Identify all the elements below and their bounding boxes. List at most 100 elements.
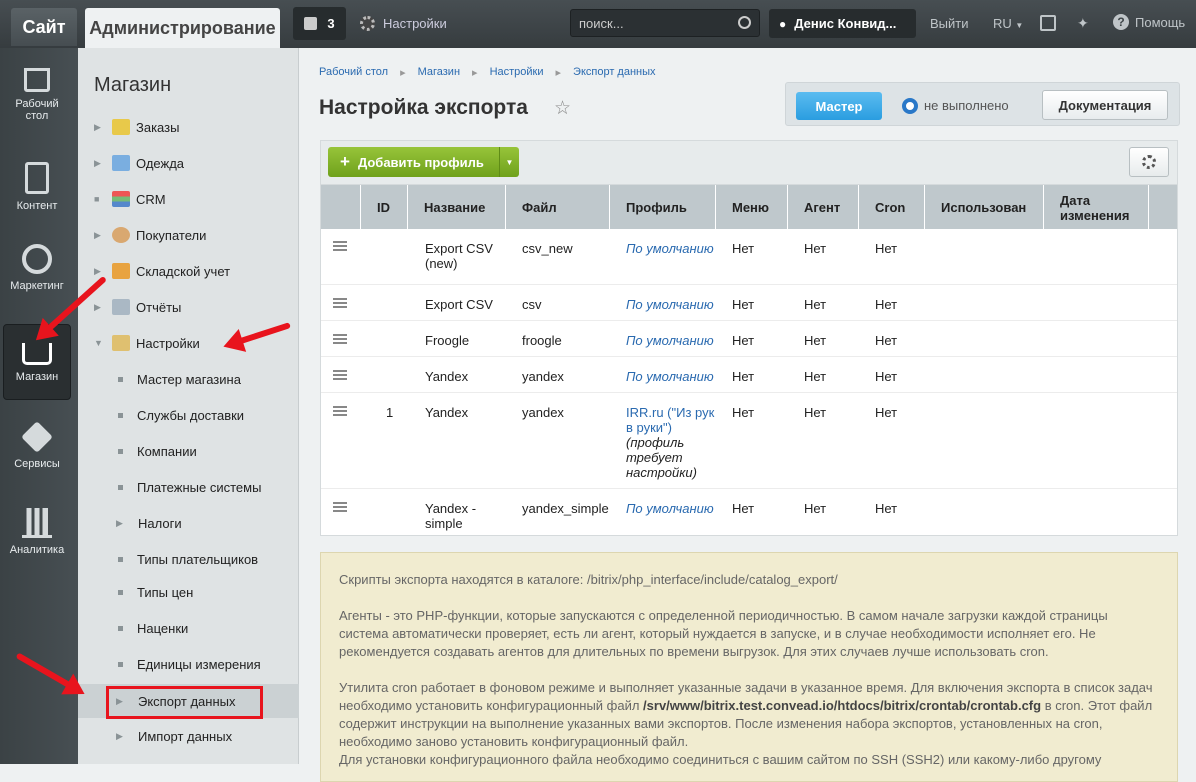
crm-icon (112, 191, 130, 207)
sidebar-sub-import[interactable]: ▶ Импорт данных (78, 718, 299, 754)
sidebar-sub-payer-types[interactable]: Типы плательщиков (78, 541, 299, 577)
wizard-button[interactable]: Мастер (796, 92, 882, 120)
home-icon (24, 68, 50, 92)
add-profile-button[interactable]: + Добавить профиль ▼ (328, 147, 519, 177)
breadcrumb: Рабочий стол ▸ Магазин ▸ Настройки ▸ Экспор… (319, 66, 656, 79)
orders-icon (112, 119, 130, 135)
header-drag (321, 185, 361, 229)
nav-services[interactable]: Сервисы (3, 421, 71, 470)
row-menu-icon[interactable] (333, 406, 347, 416)
profile-link[interactable]: IRR.ru ("Из рук в руки") (626, 405, 714, 435)
user-icon: ● (779, 16, 787, 31)
row-menu-icon[interactable] (333, 334, 347, 344)
plus-icon: + (340, 152, 350, 171)
grid-toolbar: + Добавить профиль ▼ (320, 140, 1178, 184)
settings-icon (112, 335, 130, 351)
notification-icon (304, 17, 318, 30)
nav-content[interactable]: Контент (3, 162, 71, 212)
site-tab[interactable]: Сайт (11, 8, 77, 46)
table-row[interactable]: Froogle froogle По умолчанию Нет Нет Нет (321, 321, 1177, 357)
row-menu-icon[interactable] (333, 241, 347, 251)
table-row[interactable]: Export CSV csv По умолчанию Нет Нет Нет (321, 285, 1177, 321)
sidebar-sub-wizard[interactable]: Мастер магазина (78, 361, 299, 397)
chart-icon (22, 508, 52, 538)
notifications-button[interactable]: 3 (293, 7, 346, 40)
header-modified[interactable]: Дата изменения (1044, 185, 1149, 229)
document-icon (25, 162, 49, 194)
user-menu[interactable]: ● Денис Конвид... (769, 9, 916, 38)
crumb-desktop[interactable]: Рабочий стол (319, 66, 388, 79)
profile-link[interactable]: По умолчанию (626, 297, 714, 312)
notification-count: 3 (327, 16, 335, 31)
sidebar-item-reports[interactable]: ▶ Отчёты (78, 289, 299, 325)
target-icon (22, 244, 52, 274)
info-paragraph: Агенты - это PHP-функции, которые запуск… (339, 608, 1108, 659)
user-name: Денис Конвид... (794, 16, 897, 31)
nav-marketing[interactable]: Маркетинг (3, 244, 71, 292)
header-profile[interactable]: Профиль (610, 185, 716, 229)
sidebar-sub-units[interactable]: Единицы измерения (78, 646, 299, 682)
sidebar-sub-delivery[interactable]: Службы доставки (78, 397, 299, 433)
crumb-shop[interactable]: Магазин (418, 66, 460, 79)
profile-link[interactable]: По умолчанию (626, 241, 714, 256)
pin-icon[interactable]: ✦ (1077, 15, 1093, 31)
header-name[interactable]: Название (408, 185, 506, 229)
sidebar-sub-markups[interactable]: Наценки (78, 610, 299, 646)
sidebar-item-customers[interactable]: ▶ Покупатели (78, 217, 299, 253)
chevron-down-icon[interactable]: ▼ (499, 147, 519, 177)
star-icon[interactable]: ☆ (554, 97, 571, 120)
sidebar-title: Магазин (94, 74, 172, 96)
wizard-status: не выполнено (924, 98, 1009, 113)
basket-icon (22, 343, 52, 365)
sidebar-sub-companies[interactable]: Компании (78, 433, 299, 469)
sidebar-item-orders[interactable]: ▶ Заказы (78, 109, 299, 145)
sidebar-sub-taxes[interactable]: ▶ Налоги (78, 505, 299, 541)
crumb-export[interactable]: Экспорт данных (573, 66, 655, 79)
sidebar-item-clothes[interactable]: ▶ Одежда (78, 145, 299, 181)
sidebar-item-crm[interactable]: ■ CRM (78, 181, 299, 217)
logout-link[interactable]: Выйти (930, 16, 969, 31)
documentation-button[interactable]: Документация (1042, 90, 1168, 120)
settings-label: Настройки (383, 16, 447, 31)
settings-link[interactable]: Настройки (360, 7, 447, 40)
nav-desktop[interactable]: Рабочий стол (3, 68, 71, 122)
header-menu[interactable]: Меню (716, 185, 788, 229)
header-cron[interactable]: Cron (859, 185, 925, 229)
header-agent[interactable]: Агент (788, 185, 859, 229)
table-row[interactable]: Export CSV (new) csv_new По умолчанию Не… (321, 229, 1177, 285)
keyboard-icon[interactable] (1040, 15, 1056, 31)
header-used[interactable]: Использован (925, 185, 1044, 229)
help-link[interactable]: ? Помощь (1113, 14, 1185, 30)
folder-icon (112, 155, 130, 171)
header-id[interactable]: ID (361, 185, 408, 229)
header-file[interactable]: Файл (506, 185, 610, 229)
row-menu-icon[interactable] (333, 298, 347, 308)
grid-settings-button[interactable] (1129, 147, 1169, 177)
table-row[interactable]: Yandex yandex По умолчанию Нет Нет Нет (321, 357, 1177, 393)
warehouse-icon (112, 263, 130, 279)
search-input[interactable]: поиск... (570, 9, 760, 37)
page-title: Настройка экспорта (319, 96, 528, 119)
info-paragraph: Для установки конфигурационного файла не… (339, 752, 1102, 767)
gear-icon (1142, 155, 1156, 169)
nav-analytics[interactable]: Аналитика (3, 508, 71, 556)
layers-icon (21, 421, 53, 453)
sidebar-sub-payment[interactable]: Платежные системы (78, 469, 299, 505)
row-menu-icon[interactable] (333, 370, 347, 380)
info-paragraph: Утилита cron работает в фоновом режиме и… (339, 680, 1153, 749)
left-nav: Рабочий стол Контент Маркетинг Магазин Се… (0, 48, 78, 764)
sidebar-sub-price-types[interactable]: Типы цен (78, 574, 299, 610)
table-row[interactable]: 1 Yandex yandex IRR.ru ("Из рук в руки")… (321, 393, 1177, 489)
profile-link[interactable]: По умолчанию (626, 333, 714, 348)
row-menu-icon[interactable] (333, 502, 347, 512)
profile-link[interactable]: По умолчанию (626, 369, 714, 384)
search-placeholder: поиск... (579, 16, 624, 31)
search-icon[interactable] (738, 16, 751, 29)
table-row[interactable]: Yandex - simple yandex_simple По умолчан… (321, 489, 1177, 535)
language-selector[interactable]: RU ▼ (993, 16, 1023, 31)
admin-tab[interactable]: Администрирование (85, 8, 280, 48)
crumb-settings[interactable]: Настройки (490, 66, 544, 79)
sidebar-item-warehouse[interactable]: ▶ Складской учет (78, 253, 299, 289)
shop-sidebar: Магазин ▶ Заказы ▶ Одежда ■ CRM ▶ Покупатели… (78, 48, 299, 764)
profile-link[interactable]: По умолчанию (626, 501, 714, 516)
